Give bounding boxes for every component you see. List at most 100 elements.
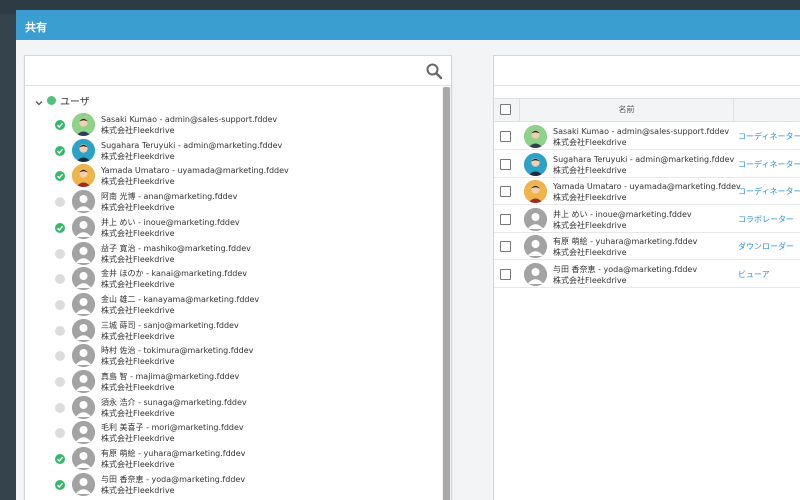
user-text: 与田 香奈恵 - yoda@marketing.fddev 株式会社Fleekdr…: [101, 474, 245, 496]
user-org: 株式会社Fleekdrive: [101, 434, 175, 444]
tree-user-row[interactable]: Sugahara Teruyuki - admin@marketing.fdde…: [53, 138, 433, 164]
shared-user-text: 有原 萌絵 - yuhara@marketing.fddev 株式会社Fleekd…: [553, 236, 697, 258]
avatar: [72, 370, 95, 393]
avatar: [524, 207, 547, 231]
user-text: 毛利 美喜子 - mori@marketing.fddev 株式会社Fleekdr…: [101, 422, 244, 444]
role-link[interactable]: コーディネーター: [738, 186, 800, 197]
tree-user-row[interactable]: 阿南 光博 - anan@marketing.fddev 株式会社Fleekdri…: [53, 190, 433, 215]
user-org: 株式会社Fleekdrive: [101, 126, 175, 135]
shared-user-text: 与田 香奈恵 - yoda@marketing.fddev 株式会社Fleekdr…: [553, 264, 697, 286]
header-checkbox-cell: [494, 99, 520, 121]
chevron-down-icon[interactable]: [33, 94, 45, 106]
user-text: 真島 智 - majima@marketing.fddev 株式会社Fleekdr…: [101, 371, 239, 393]
check-icon[interactable]: [55, 120, 65, 130]
user-text: 益子 寛治 - mashiko@marketing.fddev 株式会社Fleek…: [101, 243, 251, 265]
shared-user-name: Yamada Umataro - uyamada@marketing.fddev: [553, 182, 741, 191]
shared-row[interactable]: Sasaki Kumao - admin@sales-support.fddev…: [494, 123, 800, 150]
role-link[interactable]: コラボレーター: [738, 214, 794, 225]
check-icon[interactable]: [55, 454, 65, 465]
tree-user-row[interactable]: 井上 めい - inoue@marketing.fddev 株式会社Fleekdr…: [53, 215, 433, 241]
user-name: 有原 萌絵 - yuhara@marketing.fddev: [101, 449, 246, 459]
shared-row[interactable]: 井上 めい - inoue@marketing.fddev 株式会社Fleekdr…: [494, 206, 800, 233]
user-name: 阿南 光博 - anan@marketing.fddev: [101, 192, 238, 202]
row-checkbox[interactable]: [500, 131, 511, 142]
tree-user-row[interactable]: 与田 香奈恵 - yoda@marketing.fddev 株式会社Fleekdr…: [53, 472, 433, 498]
tree-user-row[interactable]: 有原 萌絵 - yuhara@marketing.fddev 株式会社Fleekd…: [53, 447, 433, 472]
dialog-title: 共有: [25, 21, 47, 34]
user-name: 与田 香奈恵 - yoda@marketing.fddev: [101, 474, 246, 484]
user-org: 株式会社Fleekdrive: [101, 485, 175, 495]
user-name: 毛利 美喜子 - mori@marketing.fddev: [101, 423, 244, 433]
tree-scrollbar[interactable]: [442, 87, 451, 500]
unchecked-dot-icon[interactable]: [55, 299, 65, 310]
unchecked-dot-icon[interactable]: [55, 197, 65, 208]
user-org: 株式会社Fleekdrive: [101, 357, 175, 367]
row-checkbox[interactable]: [500, 268, 511, 280]
role-link[interactable]: コーディネーター: [738, 159, 800, 170]
search-input[interactable]: [31, 60, 411, 82]
tree-user-row[interactable]: 毛利 美喜子 - mori@marketing.fddev 株式会社Fleekdr…: [53, 421, 433, 446]
role-link[interactable]: ダウンローダー: [738, 241, 794, 252]
unchecked-dot-icon[interactable]: [55, 377, 65, 387]
user-name: Yamada Umataro - uyamada@marketing.fddev: [101, 166, 289, 176]
unchecked-dot-icon[interactable]: [55, 402, 65, 413]
user-text: 三城 蒔司 - sanjo@marketing.fddev 株式会社Fleekdr…: [101, 320, 239, 342]
tree-user-row[interactable]: 三城 蒔司 - sanjo@marketing.fddev 株式会社Fleekdr…: [53, 318, 433, 344]
tree-user-row[interactable]: Yamada Umataro - uyamada@marketing.fddev…: [53, 164, 433, 189]
shared-user-text: Sasaki Kumao - admin@sales-support.fddev…: [553, 126, 729, 148]
tree-user-row[interactable]: 須永 浩介 - sunaga@marketing.fddev 株式会社Fleekd…: [53, 395, 433, 421]
shared-row[interactable]: 与田 香奈恵 - yoda@marketing.fddev 株式会社Fleekdr…: [494, 261, 800, 288]
tree-user-row[interactable]: Sasaki Kumao - admin@sales-support.fddev…: [53, 113, 433, 138]
user-org: 株式会社Fleekdrive: [101, 331, 175, 341]
user-org: 株式会社Fleekdrive: [101, 228, 175, 238]
row-checkbox[interactable]: [500, 186, 511, 197]
tree-user-row[interactable]: 益子 寛治 - mashiko@marketing.fddev 株式会社Fleek…: [53, 241, 433, 267]
user-org: 株式会社Fleekdrive: [101, 460, 175, 470]
role-link[interactable]: コーディネーター: [738, 131, 800, 142]
shared-row[interactable]: Sugahara Teruyuki - admin@marketing.fdde…: [494, 151, 800, 178]
user-org: 株式会社Fleekdrive: [101, 151, 175, 161]
user-text: 有原 萌絵 - yuhara@marketing.fddev 株式会社Fleekd…: [101, 448, 245, 470]
check-icon[interactable]: [55, 145, 65, 156]
user-org: 株式会社Fleekdrive: [101, 280, 175, 290]
unchecked-dot-icon[interactable]: [55, 274, 65, 285]
tree-group-users[interactable]: ユーザ: [33, 91, 90, 109]
shared-user-org: 株式会社Fleekdrive: [553, 275, 627, 285]
shared-row[interactable]: Yamada Umataro - uyamada@marketing.fddev…: [494, 178, 800, 205]
user-org: 株式会社Fleekdrive: [101, 383, 175, 392]
user-text: 金井 ほのか - kanai@marketing.fddev 株式会社Fleekd…: [101, 268, 247, 290]
unchecked-dot-icon[interactable]: [55, 248, 65, 259]
user-text: Sugahara Teruyuki - admin@marketing.fdde…: [101, 140, 282, 162]
avatar: [72, 113, 95, 136]
avatar: [72, 190, 95, 214]
search-icon[interactable]: [425, 62, 443, 80]
user-text: 金山 雄二 - kanayama@marketing.fddev 株式会社Flee…: [101, 294, 259, 316]
user-text: 須永 浩介 - sunaga@marketing.fddev 株式会社Fleekd…: [101, 397, 247, 419]
tree-scrollbar-thumb[interactable]: [443, 87, 450, 500]
avatar: [72, 215, 95, 239]
unchecked-dot-icon[interactable]: [55, 428, 65, 439]
row-checkbox[interactable]: [500, 241, 511, 252]
tree-user-row[interactable]: 時村 佐治 - tokimura@marketing.fddev 株式会社Flee…: [53, 344, 433, 369]
tree-user-row[interactable]: 真島 智 - majima@marketing.fddev 株式会社Fleekdr…: [53, 370, 433, 395]
avatar: [72, 292, 95, 316]
shared-user-org: 株式会社Fleekdrive: [553, 193, 627, 202]
user-picker-panel: ユーザ Sasaki Kumao - admin@sales-support.f…: [24, 55, 452, 500]
row-checkbox[interactable]: [500, 158, 511, 170]
check-icon[interactable]: [55, 479, 65, 490]
avatar: [72, 241, 95, 265]
shared-users-panel: 名前 Sasaki Kumao - admin@sales-support.fd…: [493, 55, 800, 500]
check-icon[interactable]: [55, 222, 65, 233]
select-all-checkbox[interactable]: [500, 104, 511, 115]
tree-user-row[interactable]: 金山 雄二 - kanayama@marketing.fddev 株式会社Flee…: [53, 292, 433, 318]
unchecked-dot-icon[interactable]: [55, 351, 65, 362]
shared-user-name: 井上 めい - inoue@marketing.fddev: [553, 209, 692, 219]
unchecked-dot-icon[interactable]: [55, 325, 65, 336]
user-name: Sasaki Kumao - admin@sales-support.fddev: [101, 115, 278, 124]
row-checkbox[interactable]: [500, 213, 511, 225]
check-icon[interactable]: [55, 171, 65, 182]
shared-row[interactable]: 有原 萌絵 - yuhara@marketing.fddev 株式会社Fleekd…: [494, 233, 800, 260]
tree-user-row[interactable]: 金井 ほのか - kanai@marketing.fddev 株式会社Fleekd…: [53, 267, 433, 292]
role-link[interactable]: ビューア: [738, 269, 770, 280]
group-status-dot: [47, 95, 56, 105]
